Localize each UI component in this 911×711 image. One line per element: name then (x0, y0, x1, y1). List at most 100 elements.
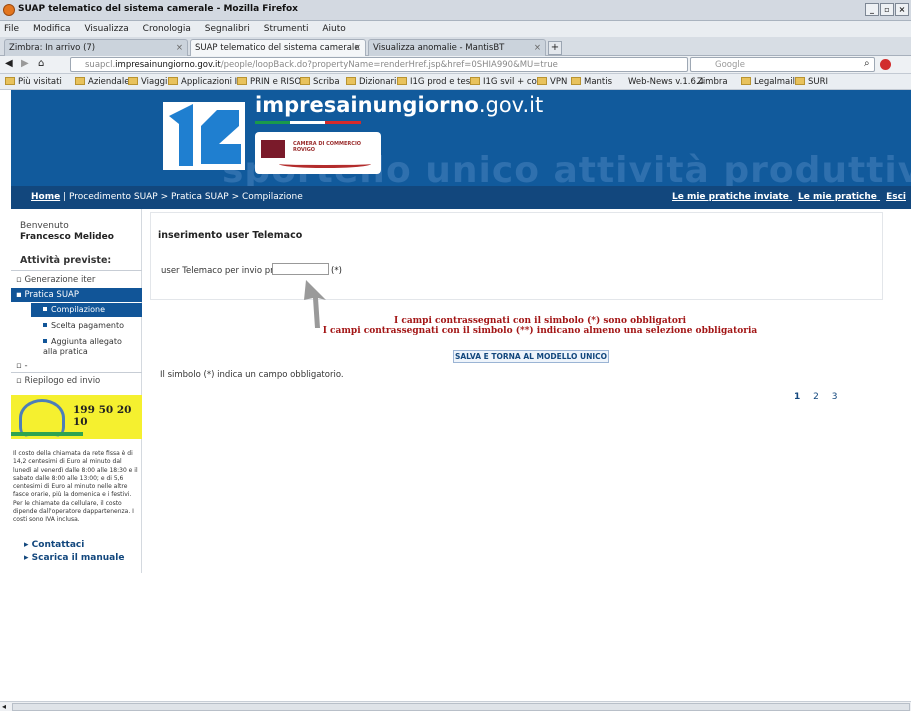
sidebar-item-riepilogo[interactable]: ▫ Riepilogo ed invio (16, 376, 100, 386)
navigation-bar: ◀ ▶ ⌂ suapcl.impresainungiorno.gov.it/pe… (0, 56, 911, 74)
bookmark-i1g-prod[interactable]: I1G prod e test (397, 77, 473, 87)
page-2[interactable]: 2 (813, 392, 819, 402)
search-placeholder: Google (715, 60, 745, 70)
bookmark-i1g-svil[interactable]: I1G svil + coll (470, 77, 542, 87)
link-mie-pratiche[interactable]: Le mie pratiche (798, 192, 877, 202)
scroll-thumb[interactable] (12, 703, 910, 711)
breadcrumb-path: | Procedimento SUAP > Pratica SUAP > Com… (63, 192, 303, 202)
folder-icon (237, 77, 247, 85)
menu-modifica[interactable]: Modifica (33, 24, 71, 34)
required-marker: (*) (331, 266, 342, 276)
tab-label: Visualizza anomalie - MantisBT (373, 43, 505, 53)
menu-visualizza[interactable]: Visualizza (84, 24, 128, 34)
back-arrow-icon[interactable]: ◀ (5, 58, 13, 69)
site-banner: sportello unico attività produttive impr… (11, 90, 911, 186)
sidebar-item-generazione[interactable]: ▫ Generazione iter (16, 275, 95, 285)
link-contattaci[interactable]: ▸ Contattaci (24, 540, 84, 550)
link-pratiche-inviate[interactable]: Le mie pratiche inviate (672, 192, 789, 202)
minimize-icon[interactable]: _ (865, 3, 879, 16)
pagination: 1 2 3 (794, 392, 847, 402)
site-name: impresainungiorno.gov.it (255, 93, 544, 117)
bookmark-zimbra[interactable]: Zimbra (697, 77, 728, 87)
link-esci[interactable]: Esci (886, 192, 906, 202)
bookmark-dizionari[interactable]: Dizionari (346, 77, 396, 87)
required-note: Il simbolo (*) indica un campo obbligato… (160, 370, 344, 380)
search-icon[interactable]: ⌕ (864, 58, 870, 69)
save-return-button[interactable]: SALVA E TORNA AL MODELLO UNICO (453, 350, 609, 363)
new-tab-icon[interactable]: + (548, 41, 562, 55)
folder-icon (75, 77, 85, 85)
home-icon[interactable]: ⌂ (38, 58, 44, 69)
close-tab-icon[interactable]: × (534, 43, 541, 53)
window-controls: _ ▫ × (865, 3, 909, 16)
horizontal-scrollbar[interactable]: ◂ (0, 701, 911, 711)
bookmark-piu-visitati[interactable]: Più visitati (5, 77, 62, 87)
forward-arrow-icon[interactable]: ▶ (21, 58, 29, 69)
folder-icon (397, 77, 407, 85)
menu-bar: File Modifica Visualizza Cronologia Segn… (0, 21, 911, 37)
page-3[interactable]: 3 (832, 392, 838, 402)
menu-strumenti[interactable]: Strumenti (264, 24, 309, 34)
menu-aiuto[interactable]: Aiuto (322, 24, 345, 34)
swoosh-graphic (279, 160, 371, 168)
window-title: SUAP telematico del sistema camerale - M… (18, 4, 298, 14)
camera-logo: CAMERA DI COMMERCIO ROVIGO (255, 132, 381, 174)
form-title: inserimento user Telemaco (158, 230, 303, 241)
url-path: /people/loopBack.do?propertyName=renderH… (220, 60, 558, 70)
tab-zimbra[interactable]: Zimbra: In arrivo (7) × (4, 39, 188, 56)
sidebar: Benvenuto Francesco Melideo Attività prev… (11, 209, 142, 573)
window-titlebar: SUAP telematico del sistema camerale - M… (0, 0, 911, 21)
user-name: Francesco Melideo (20, 232, 114, 242)
tab-suap[interactable]: SUAP telematico del sistema camerale × (190, 39, 366, 57)
sidebar-sub-allegato[interactable]: Aggiunta allegato alla pratica (43, 337, 135, 357)
folder-icon (128, 77, 138, 85)
bookmark-legalmail[interactable]: Legalmail (741, 77, 795, 87)
cost-info: Il costo della chiamata da rete fissa è … (13, 450, 138, 524)
warning-required: I campi contrassegnati con il simbolo (*… (394, 316, 686, 326)
tab-mantis[interactable]: Visualizza anomalie - MantisBT × (368, 39, 546, 56)
close-icon[interactable]: × (895, 3, 909, 16)
bookmark-scriba[interactable]: Scriba (300, 77, 340, 87)
folder-icon (537, 77, 547, 85)
form-card: inserimento user Telemaco user Telemaco … (150, 212, 883, 300)
restore-icon[interactable]: ▫ (880, 3, 894, 16)
help-banner: 199 50 20 10 (11, 395, 142, 439)
firefox-icon (3, 4, 15, 16)
help-phone: 199 50 20 10 (73, 404, 132, 428)
menu-cronologia[interactable]: Cronologia (143, 24, 191, 34)
bookmarks-bar: Più visitati Aziendale Viaggi Applicazio… (0, 74, 911, 90)
bookmark-prin[interactable]: PRIN e RISO (237, 77, 301, 87)
close-tab-icon[interactable]: × (176, 43, 183, 53)
link-manuale[interactable]: ▸ Scarica il manuale (24, 553, 124, 563)
url-prefix: suapcl. (85, 60, 116, 70)
bookmark-applicazioni[interactable]: Applicazioni IC (168, 77, 243, 87)
user-telemaco-input[interactable] (272, 263, 329, 275)
sidebar-sub-compilazione[interactable]: Compilazione (31, 303, 142, 317)
sidebar-sub-pagamento[interactable]: Scelta pagamento (43, 321, 124, 330)
breadcrumb: Home | Procedimento SUAP > Pratica SUAP … (11, 186, 911, 209)
bookmark-suri[interactable]: SURI (795, 77, 828, 87)
italy-stripe (255, 121, 361, 124)
page-1[interactable]: 1 (794, 392, 800, 402)
bookmark-viaggi[interactable]: Viaggi (128, 77, 167, 87)
site-logo[interactable] (163, 102, 245, 170)
building-icon (261, 140, 285, 158)
close-tab-icon[interactable]: × (354, 43, 361, 53)
bookmark-vpn[interactable]: VPN (537, 77, 567, 87)
bookmark-aziendale[interactable]: Aziendale (75, 77, 129, 87)
scroll-left-icon[interactable]: ◂ (2, 702, 6, 711)
menu-segnalibri[interactable]: Segnalibri (205, 24, 250, 34)
home-link[interactable]: Home (31, 192, 60, 202)
bookmark-mantis[interactable]: Mantis (571, 77, 612, 87)
tab-label: Zimbra: In arrivo (7) (9, 43, 96, 53)
welcome-block: Benvenuto Francesco Melideo (20, 221, 114, 242)
addon-icon[interactable] (880, 59, 891, 70)
activities-title: Attività previste: (20, 255, 112, 266)
menu-file[interactable]: File (4, 24, 19, 34)
url-bar[interactable]: suapcl.impresainungiorno.gov.it/people/l… (70, 57, 688, 72)
bookmark-webnews[interactable]: Web-News v.1.6.4 (628, 77, 704, 87)
folder-icon (346, 77, 356, 85)
sidebar-item-extra[interactable]: ▫ - (16, 361, 28, 371)
search-input[interactable]: Google (690, 57, 875, 72)
sidebar-item-pratica[interactable]: ▪ Pratica SUAP (11, 288, 142, 302)
